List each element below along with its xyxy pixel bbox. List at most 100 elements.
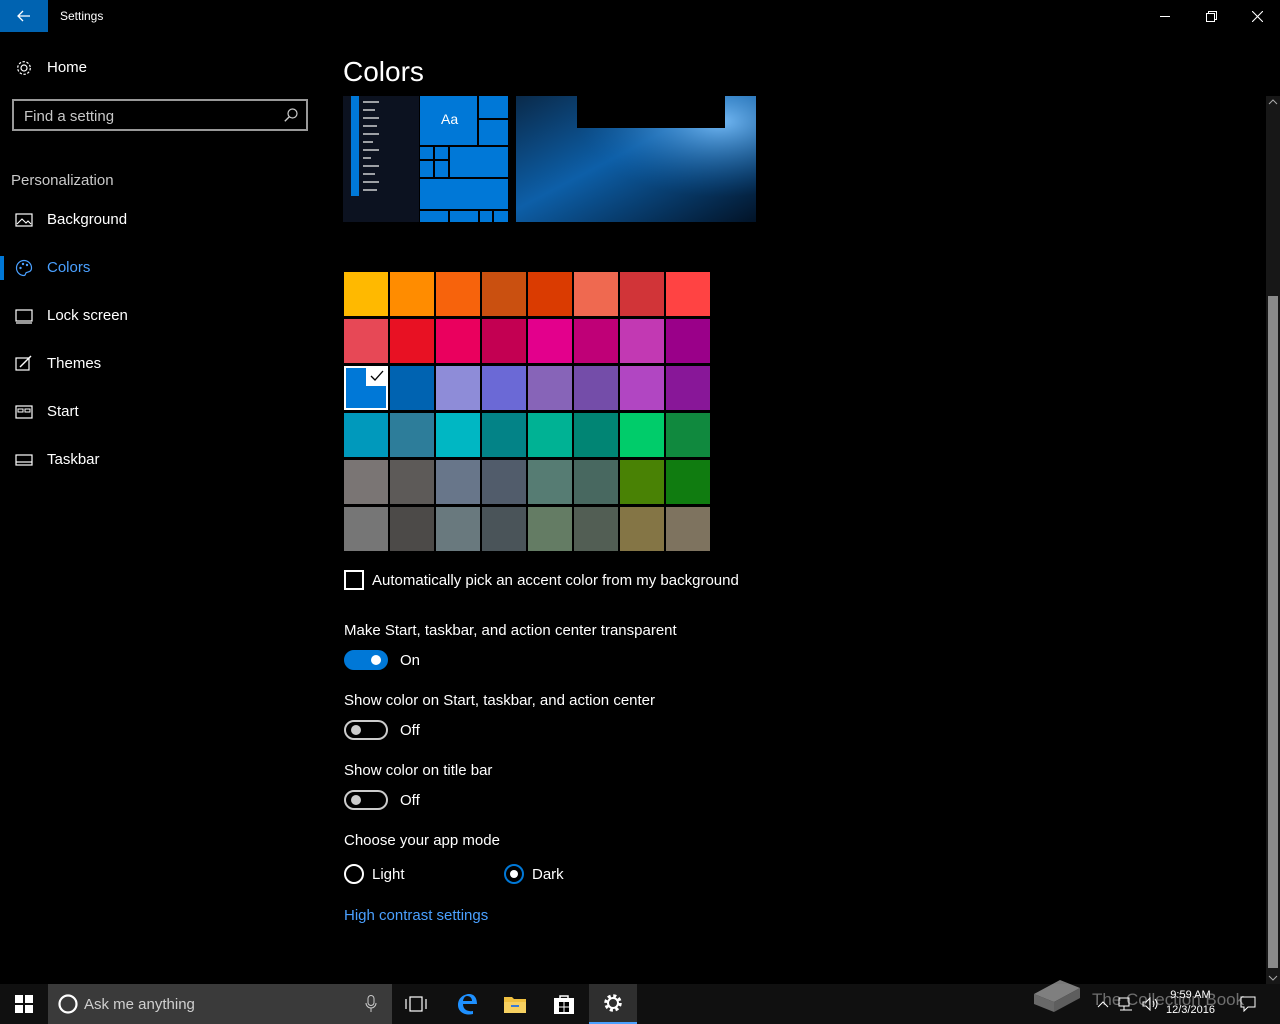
color-swatch[interactable] (482, 507, 526, 551)
color-swatch[interactable] (436, 319, 480, 363)
sidebar-item-home[interactable]: Home (0, 48, 320, 88)
color-swatch[interactable] (390, 272, 434, 316)
color-swatch[interactable] (436, 366, 480, 410)
color-swatch[interactable] (528, 272, 572, 316)
toggle-knob (351, 795, 361, 805)
volume-icon[interactable] (1142, 997, 1160, 1011)
color-swatch[interactable] (666, 319, 710, 363)
cortana-search-box[interactable]: Ask me anything (48, 984, 392, 1024)
transparent-label: Make Start, taskbar, and action center t… (344, 622, 677, 639)
color-swatch[interactable] (436, 413, 480, 457)
edge-button[interactable] (443, 984, 491, 1024)
page-title: Colors (343, 56, 424, 87)
color-swatch[interactable] (482, 319, 526, 363)
color-swatch[interactable] (620, 272, 664, 316)
gear-icon (17, 61, 31, 75)
app-mode-label: Choose your app mode (344, 832, 500, 849)
restore-button[interactable] (1188, 0, 1234, 32)
color-swatch[interactable] (666, 366, 710, 410)
system-clock[interactable]: 9:59 AM 12/3/2016 (1166, 988, 1215, 1018)
checkmark-icon (366, 366, 388, 386)
sidebar-item-start[interactable]: Start (0, 392, 320, 432)
color-swatch[interactable] (528, 507, 572, 551)
microphone-icon[interactable] (365, 995, 377, 1013)
color-swatch[interactable] (390, 319, 434, 363)
store-button[interactable] (540, 984, 588, 1024)
color-swatch[interactable] (344, 460, 388, 504)
show-color-title-toggle[interactable] (344, 790, 388, 810)
color-swatch[interactable] (574, 319, 618, 363)
search-input[interactable] (24, 107, 274, 125)
sidebar-item-themes[interactable]: Themes (0, 344, 320, 384)
color-swatch[interactable] (344, 319, 388, 363)
high-contrast-link[interactable]: High contrast settings (344, 907, 488, 924)
color-swatch[interactable] (344, 507, 388, 551)
sidebar-item-taskbar[interactable]: Taskbar (0, 440, 320, 480)
color-swatch[interactable] (436, 460, 480, 504)
color-swatch[interactable] (528, 366, 572, 410)
color-swatch[interactable] (620, 507, 664, 551)
gear-icon (604, 994, 622, 1012)
color-swatch[interactable] (344, 413, 388, 457)
color-swatch[interactable] (574, 507, 618, 551)
color-swatch[interactable] (390, 507, 434, 551)
sidebar-item-lock-screen[interactable]: Lock screen (0, 296, 320, 336)
settings-taskbar-button[interactable] (589, 984, 637, 1024)
action-center-icon[interactable] (1240, 996, 1256, 1012)
sidebar-item-label: Start (47, 403, 79, 420)
color-swatch[interactable] (574, 413, 618, 457)
auto-pick-checkbox[interactable] (344, 570, 364, 590)
minimize-button[interactable] (1142, 0, 1188, 32)
restore-icon (1205, 10, 1217, 22)
color-swatch[interactable] (620, 460, 664, 504)
clock-time: 9:59 AM (1170, 989, 1211, 1001)
show-color-start-toggle[interactable] (344, 720, 388, 740)
auto-pick-row[interactable]: Automatically pick an accent color from … (344, 570, 739, 590)
color-swatch[interactable] (620, 319, 664, 363)
color-swatch[interactable] (574, 272, 618, 316)
color-swatch[interactable] (482, 366, 526, 410)
file-explorer-button[interactable] (491, 984, 539, 1024)
scroll-thumb[interactable] (1268, 296, 1278, 968)
color-swatch[interactable] (390, 366, 434, 410)
color-swatch[interactable] (436, 507, 480, 551)
back-button[interactable] (0, 0, 48, 32)
color-swatch[interactable] (666, 413, 710, 457)
color-swatch[interactable] (390, 413, 434, 457)
search-box[interactable] (12, 99, 308, 131)
color-swatch[interactable] (390, 460, 434, 504)
color-swatch[interactable] (344, 366, 388, 410)
start-button[interactable] (0, 984, 48, 1024)
color-swatch[interactable] (528, 460, 572, 504)
network-icon[interactable] (1118, 997, 1134, 1011)
scroll-up-icon[interactable] (1266, 96, 1280, 108)
sidebar-item-colors[interactable]: Colors (0, 248, 320, 288)
scroll-down-icon[interactable] (1266, 972, 1280, 984)
color-swatch[interactable] (620, 413, 664, 457)
minimize-icon (1159, 15, 1170, 17)
task-view-button[interactable] (392, 984, 440, 1024)
sidebar-item-label: Themes (47, 355, 102, 372)
color-swatch[interactable] (436, 272, 480, 316)
color-swatch[interactable] (574, 366, 618, 410)
close-button[interactable] (1234, 0, 1280, 32)
app-mode-dark-radio[interactable] (504, 864, 524, 884)
app-mode-light-radio[interactable] (344, 864, 364, 884)
color-swatch[interactable] (482, 460, 526, 504)
scrollbar[interactable] (1266, 96, 1280, 984)
color-swatch[interactable] (574, 460, 618, 504)
sidebar-item-background[interactable]: Background (0, 200, 320, 240)
color-swatch[interactable] (482, 272, 526, 316)
sidebar-item-label: Home (47, 59, 88, 76)
color-swatch[interactable] (528, 319, 572, 363)
transparent-toggle[interactable] (344, 650, 388, 670)
color-swatch[interactable] (666, 272, 710, 316)
lock-screen-icon (15, 309, 33, 324)
color-swatch[interactable] (344, 272, 388, 316)
color-swatch[interactable] (528, 413, 572, 457)
color-swatch[interactable] (482, 413, 526, 457)
color-swatch[interactable] (620, 366, 664, 410)
chevron-up-icon[interactable] (1097, 1000, 1109, 1008)
color-swatch[interactable] (666, 507, 710, 551)
color-swatch[interactable] (666, 460, 710, 504)
